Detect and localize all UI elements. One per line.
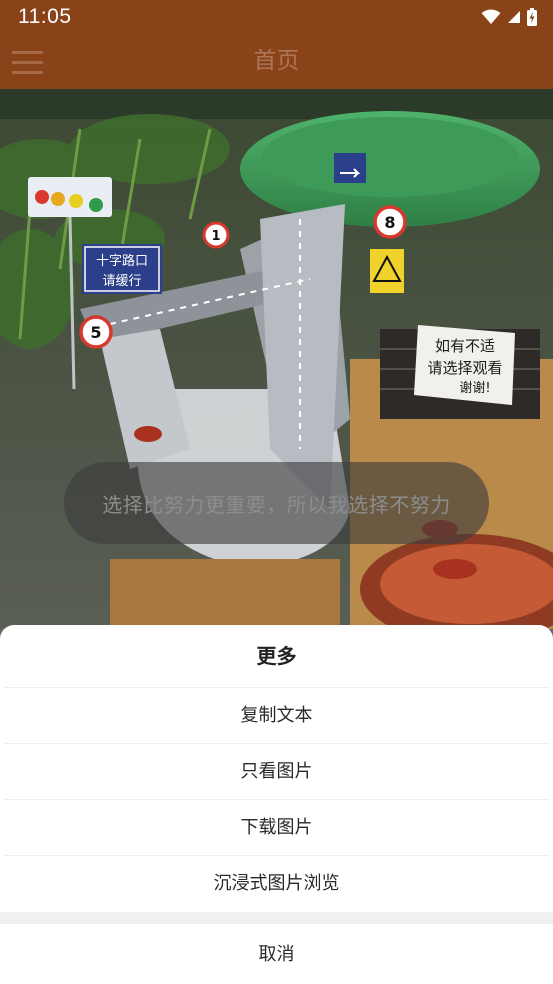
signal-icon: [508, 11, 520, 23]
more-options-sheet: 更多 复制文本 只看图片 下载图片 沉浸式图片浏览 取消: [0, 625, 553, 984]
crossroad-sign-line2: 请缓行: [102, 274, 141, 289]
battery-charging-icon: [527, 8, 537, 26]
wifi-icon: [481, 9, 501, 24]
hand-sign-line3: 谢谢!: [459, 380, 490, 396]
status-icons: [481, 8, 537, 26]
page-title: 首页: [253, 48, 300, 74]
copy-text-option[interactable]: 复制文本: [4, 687, 549, 743]
immersive-image-browse-option[interactable]: 沉浸式图片浏览: [4, 855, 549, 911]
sheet-divider: [0, 912, 553, 924]
crossroad-sign-line1: 十字路口: [96, 253, 148, 269]
cancel-button[interactable]: 取消: [0, 924, 553, 984]
speed-limit-1: 1: [211, 229, 220, 244]
sheet-title: 更多: [256, 644, 297, 668]
hand-sign-line2: 请选择观看: [427, 359, 502, 377]
speed-limit-8: 8: [384, 213, 395, 232]
download-image-option[interactable]: 下载图片: [4, 799, 549, 855]
app-bar: 首页: [0, 34, 553, 89]
hand-sign-line1: 如有不适: [435, 337, 495, 355]
photo-illustration: 十字路口 请缓行 1 5 8 如有不适 请选择观看 谢谢!: [0, 89, 553, 629]
status-time: 11:05: [18, 5, 72, 28]
speed-limit-5: 5: [90, 323, 101, 342]
status-bar: 11:05: [0, 0, 553, 34]
view-images-only-option[interactable]: 只看图片: [4, 743, 549, 799]
caption-pill: 选择比努力更重要，所以我选择不努力: [64, 462, 489, 544]
post-photo: 十字路口 请缓行 1 5 8 如有不适 请选择观看 谢谢!: [0, 89, 553, 629]
caption-text: 选择比努力更重要，所以我选择不努力: [102, 492, 451, 517]
